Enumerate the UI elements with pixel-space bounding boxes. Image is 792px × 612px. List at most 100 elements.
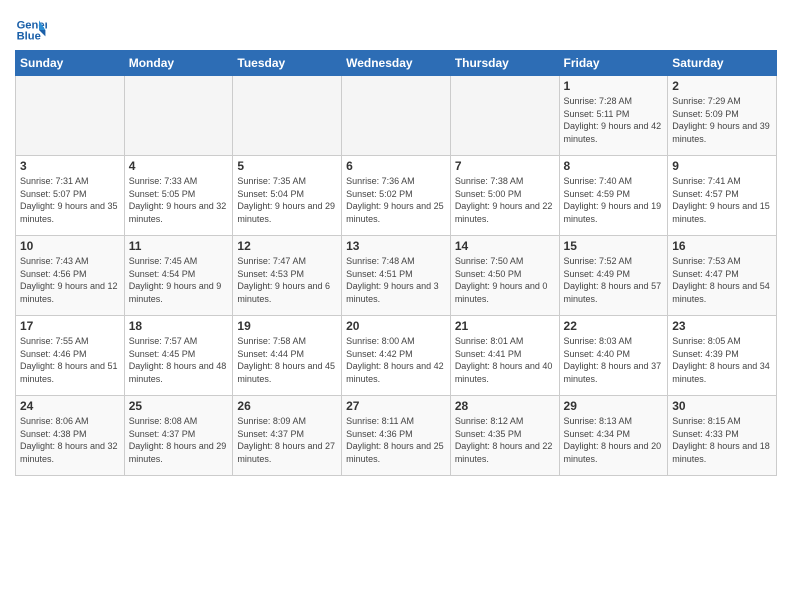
col-header-saturday: Saturday [668,51,777,76]
day-info: Sunrise: 7:40 AM Sunset: 4:59 PM Dayligh… [564,175,664,225]
day-info: Sunrise: 7:57 AM Sunset: 4:45 PM Dayligh… [129,335,229,385]
calendar-cell: 15 Sunrise: 7:52 AM Sunset: 4:49 PM Dayli… [559,236,668,316]
main-container: General Blue SundayMondayTuesdayWednesda… [0,0,792,481]
day-info: Sunrise: 7:33 AM Sunset: 5:05 PM Dayligh… [129,175,229,225]
calendar-cell: 11 Sunrise: 7:45 AM Sunset: 4:54 PM Dayli… [124,236,233,316]
day-number: 23 [672,319,772,333]
day-info: Sunrise: 8:03 AM Sunset: 4:40 PM Dayligh… [564,335,664,385]
day-number: 7 [455,159,555,173]
day-info: Sunrise: 7:47 AM Sunset: 4:53 PM Dayligh… [237,255,337,305]
day-number: 4 [129,159,229,173]
header-row: General Blue [15,10,777,46]
calendar-cell [450,76,559,156]
day-info: Sunrise: 7:58 AM Sunset: 4:44 PM Dayligh… [237,335,337,385]
calendar-cell: 2 Sunrise: 7:29 AM Sunset: 5:09 PM Daylig… [668,76,777,156]
calendar-cell: 17Sunrise: 7:55 AM Sunset: 4:46 PM Dayli… [16,316,125,396]
calendar-cell: 4 Sunrise: 7:33 AM Sunset: 5:05 PM Daylig… [124,156,233,236]
day-info: Sunrise: 8:08 AM Sunset: 4:37 PM Dayligh… [129,415,229,465]
logo: General Blue [15,14,51,46]
day-info: Sunrise: 8:13 AM Sunset: 4:34 PM Dayligh… [564,415,664,465]
day-number: 5 [237,159,337,173]
col-header-friday: Friday [559,51,668,76]
calendar-cell: 20Sunrise: 8:00 AM Sunset: 4:42 PM Dayli… [342,316,451,396]
col-header-sunday: Sunday [16,51,125,76]
day-number: 29 [564,399,664,413]
day-info: Sunrise: 7:35 AM Sunset: 5:04 PM Dayligh… [237,175,337,225]
svg-text:Blue: Blue [17,31,41,43]
calendar-cell [233,76,342,156]
calendar-cell: 23 Sunrise: 8:05 AM Sunset: 4:39 PM Dayli… [668,316,777,396]
day-info: Sunrise: 7:55 AM Sunset: 4:46 PM Dayligh… [20,335,120,385]
day-info: Sunrise: 8:05 AM Sunset: 4:39 PM Dayligh… [672,335,772,385]
day-info: Sunrise: 7:31 AM Sunset: 5:07 PM Dayligh… [20,175,120,225]
calendar-cell [16,76,125,156]
calendar-cell: 28Sunrise: 8:12 AM Sunset: 4:35 PM Dayli… [450,396,559,476]
calendar-table: SundayMondayTuesdayWednesdayThursdayFrid… [15,50,777,476]
calendar-cell: 29 Sunrise: 8:13 AM Sunset: 4:34 PM Dayli… [559,396,668,476]
day-number: 13 [346,239,446,253]
day-number: 22 [564,319,664,333]
week-row-1: 3 Sunrise: 7:31 AM Sunset: 5:07 PM Daylig… [16,156,777,236]
day-info: Sunrise: 7:50 AM Sunset: 4:50 PM Dayligh… [455,255,555,305]
logo-icon: General Blue [15,14,47,46]
calendar-cell: 5 Sunrise: 7:35 AM Sunset: 5:04 PM Daylig… [233,156,342,236]
day-number: 14 [455,239,555,253]
day-number: 30 [672,399,772,413]
calendar-cell: 10 Sunrise: 7:43 AM Sunset: 4:56 PM Dayli… [16,236,125,316]
day-info: Sunrise: 7:29 AM Sunset: 5:09 PM Dayligh… [672,95,772,145]
day-number: 2 [672,79,772,93]
calendar-cell: 19 Sunrise: 7:58 AM Sunset: 4:44 PM Dayli… [233,316,342,396]
day-number: 11 [129,239,229,253]
day-number: 10 [20,239,120,253]
day-number: 26 [237,399,337,413]
calendar-cell: 6Sunrise: 7:36 AM Sunset: 5:02 PM Daylig… [342,156,451,236]
day-info: Sunrise: 8:15 AM Sunset: 4:33 PM Dayligh… [672,415,772,465]
day-info: Sunrise: 7:53 AM Sunset: 4:47 PM Dayligh… [672,255,772,305]
week-row-3: 17Sunrise: 7:55 AM Sunset: 4:46 PM Dayli… [16,316,777,396]
calendar-cell: 21 Sunrise: 8:01 AM Sunset: 4:41 PM Dayli… [450,316,559,396]
day-info: Sunrise: 8:01 AM Sunset: 4:41 PM Dayligh… [455,335,555,385]
week-row-2: 10 Sunrise: 7:43 AM Sunset: 4:56 PM Dayli… [16,236,777,316]
calendar-cell: 8 Sunrise: 7:40 AM Sunset: 4:59 PM Daylig… [559,156,668,236]
day-number: 3 [20,159,120,173]
day-number: 21 [455,319,555,333]
day-info: Sunrise: 7:28 AM Sunset: 5:11 PM Dayligh… [564,95,664,145]
day-number: 18 [129,319,229,333]
day-number: 16 [672,239,772,253]
calendar-cell: 14 Sunrise: 7:50 AM Sunset: 4:50 PM Dayli… [450,236,559,316]
col-header-wednesday: Wednesday [342,51,451,76]
calendar-cell: 25Sunrise: 8:08 AM Sunset: 4:37 PM Dayli… [124,396,233,476]
calendar-cell [124,76,233,156]
calendar-cell: 26Sunrise: 8:09 AM Sunset: 4:37 PM Dayli… [233,396,342,476]
day-info: Sunrise: 8:11 AM Sunset: 4:36 PM Dayligh… [346,415,446,465]
day-info: Sunrise: 7:41 AM Sunset: 4:57 PM Dayligh… [672,175,772,225]
calendar-cell [342,76,451,156]
calendar-cell: 16 Sunrise: 7:53 AM Sunset: 4:47 PM Dayli… [668,236,777,316]
day-info: Sunrise: 7:43 AM Sunset: 4:56 PM Dayligh… [20,255,120,305]
day-number: 19 [237,319,337,333]
calendar-cell: 30 Sunrise: 8:15 AM Sunset: 4:33 PM Dayli… [668,396,777,476]
week-row-0: 1Sunrise: 7:28 AM Sunset: 5:11 PM Daylig… [16,76,777,156]
day-info: Sunrise: 8:12 AM Sunset: 4:35 PM Dayligh… [455,415,555,465]
day-info: Sunrise: 7:48 AM Sunset: 4:51 PM Dayligh… [346,255,446,305]
day-number: 12 [237,239,337,253]
col-header-tuesday: Tuesday [233,51,342,76]
week-row-4: 24Sunrise: 8:06 AM Sunset: 4:38 PM Dayli… [16,396,777,476]
day-info: Sunrise: 8:00 AM Sunset: 4:42 PM Dayligh… [346,335,446,385]
day-info: Sunrise: 7:52 AM Sunset: 4:49 PM Dayligh… [564,255,664,305]
day-info: Sunrise: 7:45 AM Sunset: 4:54 PM Dayligh… [129,255,229,305]
calendar-cell: 7Sunrise: 7:38 AM Sunset: 5:00 PM Daylig… [450,156,559,236]
calendar-cell: 13 Sunrise: 7:48 AM Sunset: 4:51 PM Dayli… [342,236,451,316]
header-row-days: SundayMondayTuesdayWednesdayThursdayFrid… [16,51,777,76]
calendar-cell: 18 Sunrise: 7:57 AM Sunset: 4:45 PM Dayli… [124,316,233,396]
calendar-cell: 3 Sunrise: 7:31 AM Sunset: 5:07 PM Daylig… [16,156,125,236]
day-number: 24 [20,399,120,413]
calendar-cell: 12 Sunrise: 7:47 AM Sunset: 4:53 PM Dayli… [233,236,342,316]
col-header-monday: Monday [124,51,233,76]
day-number: 8 [564,159,664,173]
calendar-cell: 24Sunrise: 8:06 AM Sunset: 4:38 PM Dayli… [16,396,125,476]
day-info: Sunrise: 7:36 AM Sunset: 5:02 PM Dayligh… [346,175,446,225]
calendar-cell: 9Sunrise: 7:41 AM Sunset: 4:57 PM Daylig… [668,156,777,236]
calendar-cell: 22 Sunrise: 8:03 AM Sunset: 4:40 PM Dayli… [559,316,668,396]
day-number: 15 [564,239,664,253]
